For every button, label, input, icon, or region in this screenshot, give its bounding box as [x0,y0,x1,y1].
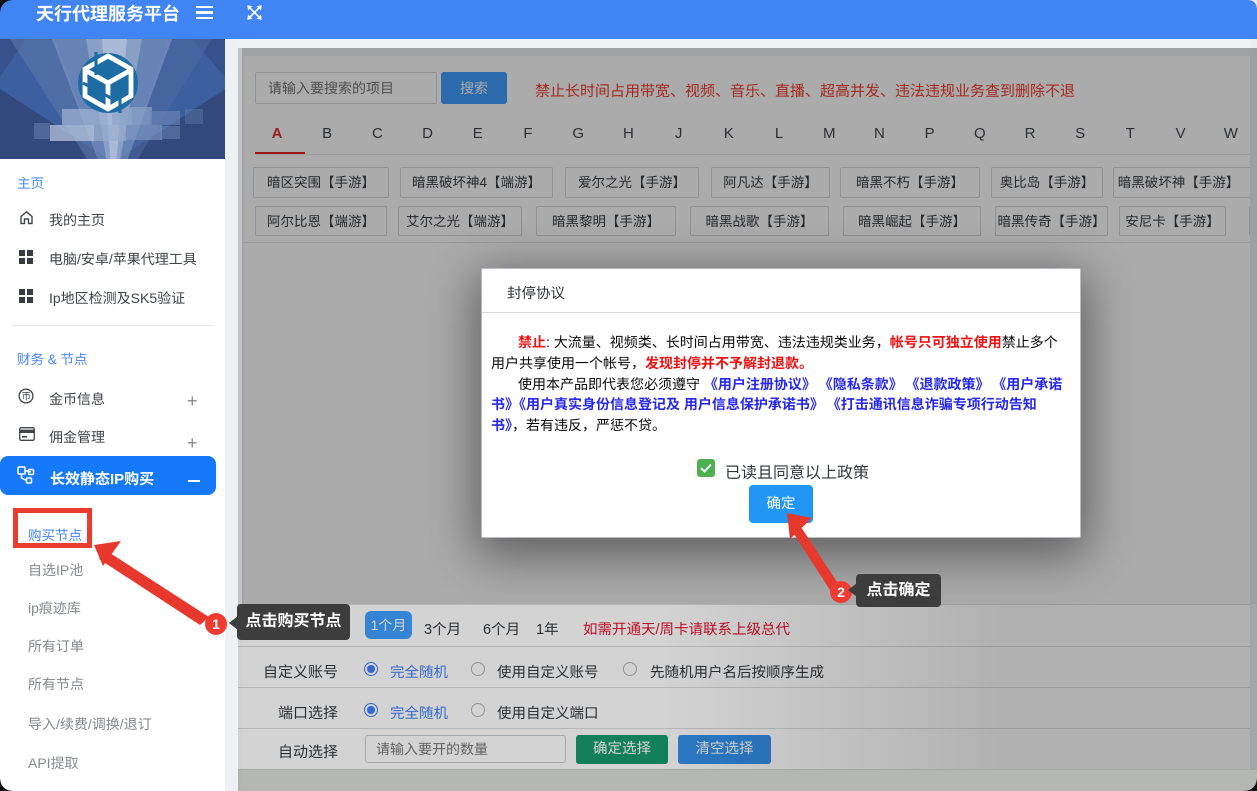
svg-text:币: 币 [21,388,31,402]
